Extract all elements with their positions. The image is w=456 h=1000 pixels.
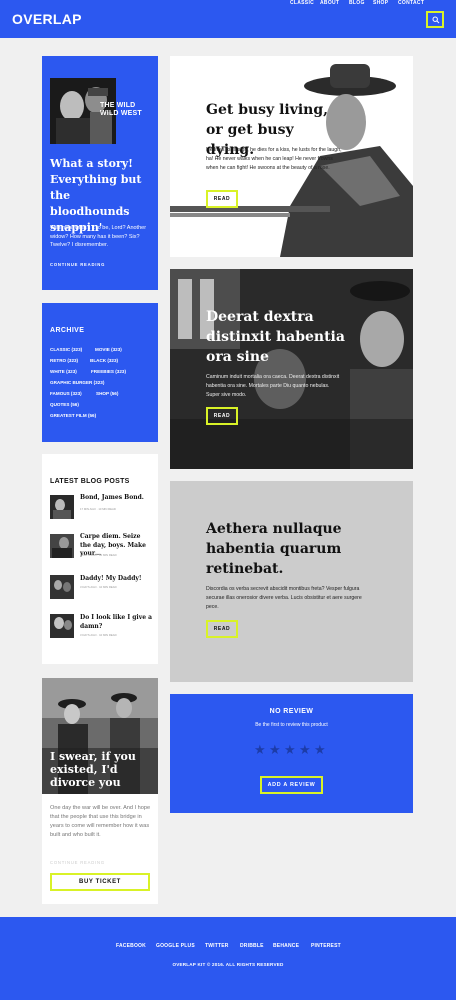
star-icon[interactable]: ★ xyxy=(299,743,311,756)
archive-item[interactable]: BLACK (323) xyxy=(90,358,118,363)
feature-body: Well now, what's it to be, Lord? Another… xyxy=(50,225,147,248)
hero-2-body: Caminum induit mortalia ora caeca. Deera… xyxy=(206,374,340,398)
archive-item[interactable]: SHOP (56) xyxy=(96,391,118,396)
footer-link-facebook[interactable]: FACEBOOK xyxy=(116,943,146,949)
hero-2-image xyxy=(170,269,413,469)
add-review-button[interactable]: ADD A REVIEW xyxy=(260,776,323,794)
footer-link-dribble[interactable]: DRIBBLE xyxy=(240,943,264,949)
post-thumbnail[interactable] xyxy=(50,614,74,638)
post-meta: 3 DAYS AGO · 10 MIN READ xyxy=(80,585,117,589)
star-icon[interactable]: ★ xyxy=(254,743,266,756)
ticket-continue-link[interactable]: CONTINUE READING xyxy=(50,860,105,865)
post-thumbnail[interactable] xyxy=(50,575,74,599)
nav-blog[interactable]: BLOG xyxy=(349,0,365,6)
archive-item[interactable]: GRAPHIC BURGER (323) xyxy=(50,380,104,385)
archive-item[interactable]: WHITE (323) xyxy=(50,369,77,374)
footer-link-twitter[interactable]: TWITTER xyxy=(205,943,229,949)
ticket-body: One day the war will be over. And I hope… xyxy=(50,805,151,838)
site-header: OVERLAP CLASSIC ABOUT BLOG SHOP CONTACT xyxy=(0,0,456,38)
nav-about[interactable]: ABOUT xyxy=(320,0,339,6)
hero-card-1: Get busy living, or get busy dying. He l… xyxy=(170,56,413,257)
latest-posts-card: LATEST BLOG POSTS Bond, James Bond. 17 M… xyxy=(42,454,158,664)
hero-1-read-button[interactable]: READ xyxy=(206,190,238,208)
rating-stars[interactable]: ★ ★ ★ ★ ★ xyxy=(254,743,326,756)
archive-item[interactable]: FREEBIES (323) xyxy=(91,369,126,374)
feature-card: THE WILD WILD WEST What a story! Everyth… xyxy=(42,56,158,290)
feature-continue-link[interactable]: CONTINUE READING xyxy=(50,262,105,267)
archive-item[interactable]: FAMOUS (323) xyxy=(50,391,82,396)
post-title[interactable]: Bond, James Bond. xyxy=(80,494,152,503)
footer-link-behance[interactable]: BEHANCE xyxy=(273,943,299,949)
star-icon[interactable]: ★ xyxy=(269,743,281,756)
hero-3-body: Discordia os verba secrevit abscidit mon… xyxy=(206,586,362,610)
archive-item[interactable]: RETRO (323) xyxy=(50,358,78,363)
star-icon[interactable]: ★ xyxy=(314,743,326,756)
post-meta: 3 DAYS AGO · 10 MIN READ xyxy=(80,633,117,637)
post-meta: 3 DAYS AGO · 10 MIN READ xyxy=(80,553,117,557)
hero-card-3: Aethera nullaque habentia quarum retineb… xyxy=(170,481,413,682)
footer-link-google-plus[interactable]: GOOGLE PLUS xyxy=(156,943,195,949)
feature-photo-caption: THE WILD WILD WEST xyxy=(100,102,142,117)
search-button[interactable] xyxy=(426,11,444,28)
post-thumbnail[interactable] xyxy=(50,495,74,519)
hero-2-title[interactable]: Deerat dextra distinxit habentia ora sin… xyxy=(206,307,346,367)
footer-link-pinterest[interactable]: PINTEREST xyxy=(311,943,341,949)
post-meta: 17 MIN AGO · 10 MIN READ xyxy=(80,507,116,511)
post-title[interactable]: Daddy! My Daddy! xyxy=(80,575,152,584)
site-footer: FACEBOOK GOOGLE PLUS TWITTER DRIBBLE BEH… xyxy=(0,917,456,1000)
archive-item[interactable]: QUOTES (56) xyxy=(50,402,79,407)
nav-shop[interactable]: SHOP xyxy=(373,0,388,6)
search-icon xyxy=(432,16,440,24)
archive-item[interactable]: MOVIE (323) xyxy=(95,347,122,352)
nav-contact[interactable]: CONTACT xyxy=(398,0,424,6)
copyright: OVERLAP KIT © 2016. ALL RIGHTS RESERVED xyxy=(172,962,284,967)
ticket-title[interactable]: I swear, if you existed, I'd divorce you xyxy=(50,750,156,789)
archive-card: ARCHIVE CLASSIC (323) MOVIE (323) RETRO … xyxy=(42,303,158,442)
hero-card-2: Deerat dextra distinxit habentia ora sin… xyxy=(170,269,413,469)
ticket-card: I swear, if you existed, I'd divorce you… xyxy=(42,678,158,904)
post-thumbnail[interactable] xyxy=(50,534,74,558)
site-logo[interactable]: OVERLAP xyxy=(12,11,82,27)
star-icon[interactable]: ★ xyxy=(284,743,296,756)
hero-1-body: He lives for a sigh, he dies for a kiss,… xyxy=(206,147,342,171)
hero-3-read-button[interactable]: READ xyxy=(206,620,238,638)
hero-2-read-button[interactable]: READ xyxy=(206,407,238,425)
review-card: NO REVIEW Be the first to review this pr… xyxy=(170,694,413,813)
hero-3-title[interactable]: Aethera nullaque habentia quarum retineb… xyxy=(206,519,346,579)
buy-ticket-button[interactable]: BUY TICKET xyxy=(50,873,150,891)
archive-title: ARCHIVE xyxy=(50,327,85,334)
latest-posts-title: LATEST BLOG POSTS xyxy=(50,478,130,485)
archive-item[interactable]: CLASSIC (323) xyxy=(50,347,82,352)
review-subtitle: Be the first to review this product xyxy=(255,722,328,728)
nav-classic[interactable]: CLASSIC xyxy=(290,0,314,6)
review-title: NO REVIEW xyxy=(269,708,314,715)
post-title[interactable]: Do I look like I give a damn? xyxy=(80,614,152,631)
archive-item[interactable]: GREATEST FILM (56) xyxy=(50,413,96,418)
